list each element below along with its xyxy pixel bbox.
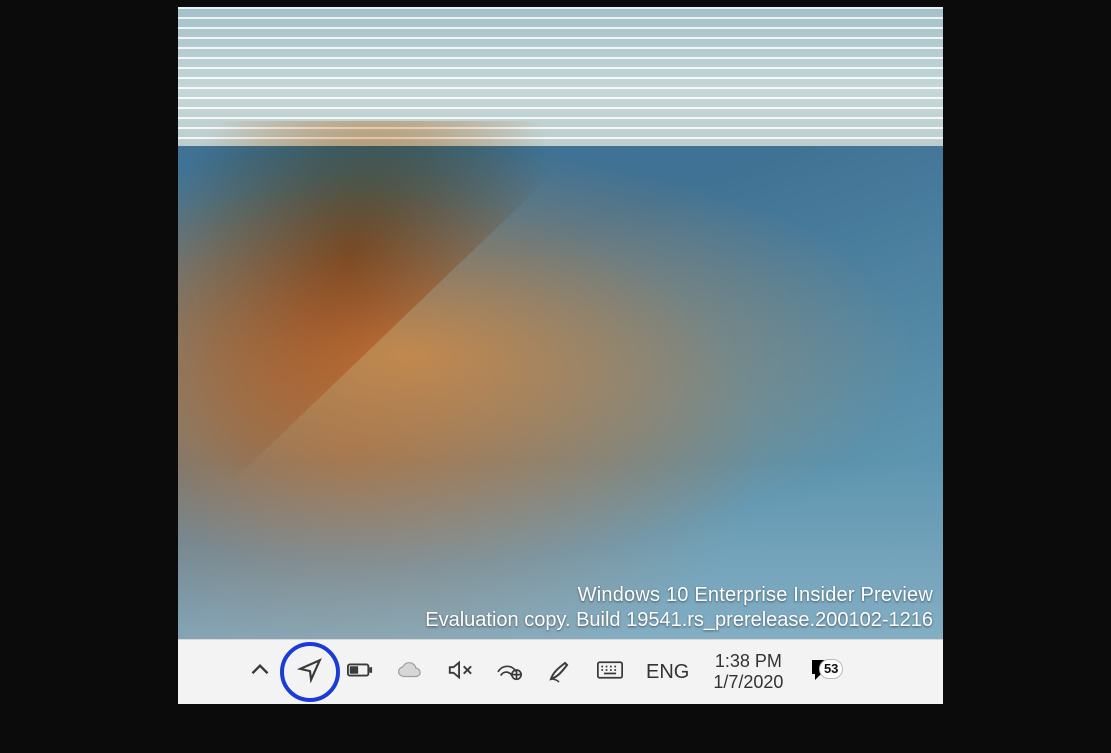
pen-ink-icon — [547, 657, 573, 688]
build-watermark: Windows 10 Enterprise Insider Preview Ev… — [425, 584, 933, 632]
clock-time: 1:38 PM — [713, 651, 783, 672]
touch-keyboard-button[interactable] — [588, 657, 632, 688]
location-tray-button[interactable] — [288, 657, 332, 688]
notification-count-badge: 53 — [819, 659, 843, 679]
system-tray: ENG 1:38 PM 1/7/2020 53 — [186, 651, 847, 692]
battery-icon — [347, 657, 373, 688]
cloud-icon — [397, 657, 423, 688]
taskbar-clock[interactable]: 1:38 PM 1/7/2020 — [703, 651, 793, 692]
keyboard-icon — [597, 657, 623, 688]
wifi-globe-icon — [497, 657, 523, 688]
location-icon — [297, 657, 323, 688]
chevron-up-icon — [247, 657, 273, 688]
network-tray-button[interactable] — [488, 657, 532, 688]
volume-mute-icon — [447, 657, 473, 688]
onedrive-tray-button[interactable] — [388, 657, 432, 688]
clock-date: 1/7/2020 — [713, 672, 783, 693]
windows-ink-tray-button[interactable] — [538, 657, 582, 688]
desktop-crop: Windows 10 Enterprise Insider Preview Ev… — [178, 7, 943, 704]
action-center-button[interactable]: 53 — [799, 656, 847, 689]
watermark-line-1: Windows 10 Enterprise Insider Preview — [425, 584, 933, 607]
watermark-line-2: Evaluation copy. Build 19541.rs_prerelea… — [425, 609, 933, 632]
desktop-wallpaper — [178, 7, 943, 639]
taskbar: ENG 1:38 PM 1/7/2020 53 — [178, 639, 943, 704]
ime-language-button[interactable]: ENG — [638, 661, 697, 684]
volume-tray-button[interactable] — [438, 657, 482, 688]
battery-tray-button[interactable] — [338, 657, 382, 688]
tray-overflow-button[interactable] — [238, 657, 282, 688]
